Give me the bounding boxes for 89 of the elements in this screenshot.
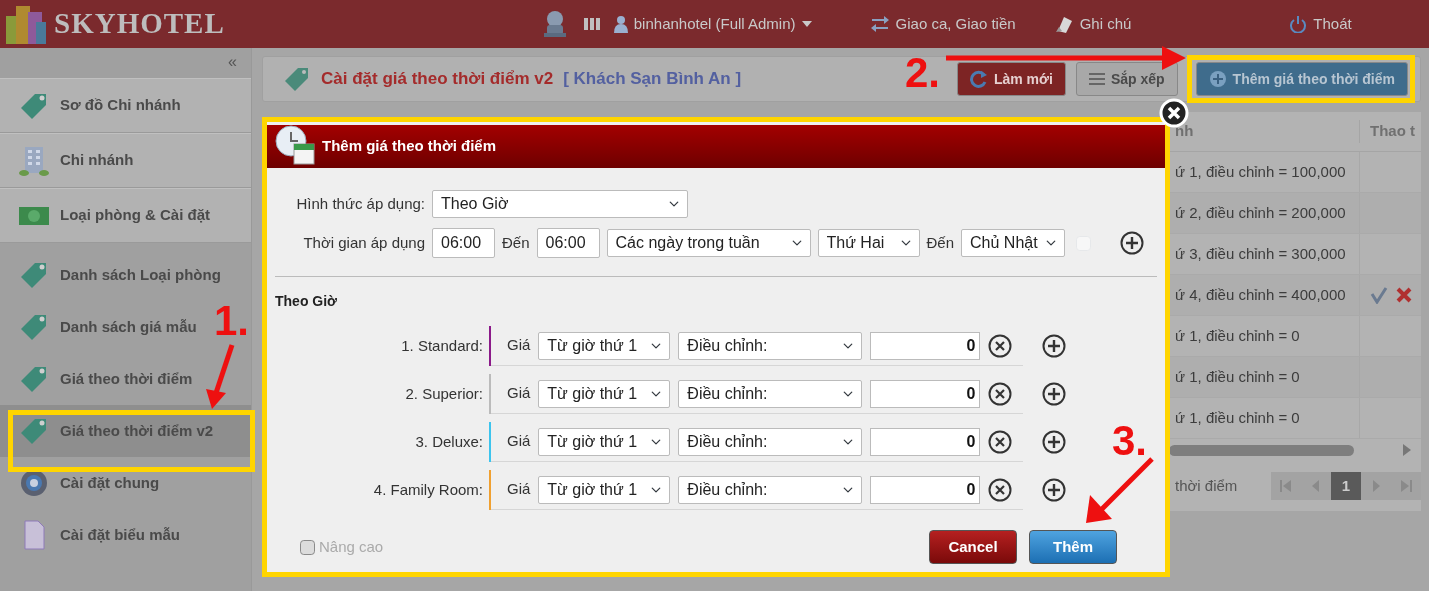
step-number: 1. <box>214 300 250 342</box>
annotation-arrow <box>1086 457 1154 523</box>
remove-icon[interactable] <box>988 333 1013 358</box>
dropdown[interactable]: Theo Giờ <box>432 190 688 218</box>
remove-icon[interactable] <box>988 429 1013 454</box>
table-cell-text: ứ 1, điều chỉnh = 100,000 <box>1174 161 1347 182</box>
column-header: nh <box>1174 121 1195 142</box>
columns-icon[interactable] <box>583 17 600 31</box>
sort-button[interactable]: Sắp xếp <box>1075 62 1178 96</box>
dropdown[interactable]: Điều chỉnh: <box>678 331 863 360</box>
building-icon <box>18 144 50 177</box>
page-title: Cài đặt giá theo thời điểm v2 <box>321 68 554 91</box>
field-label: Đến <box>502 232 530 253</box>
table-cell-text: ứ 4, điều chỉnh = 400,000 <box>1174 284 1347 305</box>
menu-link[interactable]: Thoát <box>1289 12 1352 36</box>
refresh-icon <box>969 70 988 88</box>
dropdown[interactable]: Điều chỉnh: <box>678 475 863 504</box>
add-icon[interactable] <box>1120 231 1145 255</box>
add-icon[interactable] <box>1042 334 1066 358</box>
section-title: Theo Giờ <box>275 292 339 311</box>
room-label: 1. Standard: <box>400 335 484 356</box>
menu-link[interactable]: Giao ca, Giao tiền <box>869 12 1016 36</box>
field-label: Thời gian áp dụng <box>302 232 425 253</box>
user-menu[interactable]: binhanhotel (Full Admin) <box>613 12 812 36</box>
annotation-arrow <box>206 344 235 409</box>
field-label: Giá <box>507 479 531 500</box>
time-field[interactable]: 06:00 <box>432 228 495 258</box>
delete-icon[interactable] <box>1396 287 1412 303</box>
dropdown[interactable]: Các ngày trong tuần <box>606 229 811 257</box>
remove-icon[interactable] <box>988 381 1013 406</box>
pager-text: thời điểm <box>1174 475 1238 496</box>
field-label: Hình thức áp dụng: <box>295 193 425 214</box>
page-button[interactable]: 1 <box>1331 472 1361 500</box>
checkbox-label: Nâng cao <box>319 536 384 557</box>
add-icon[interactable] <box>1042 430 1066 454</box>
step-number: 3. <box>1112 420 1148 462</box>
first-page-icon <box>1280 480 1292 492</box>
menu-link[interactable]: Ghi chú <box>1053 12 1132 36</box>
dropdown[interactable]: Từ giờ thứ 1 <box>538 427 671 456</box>
field-label: Giá <box>507 431 531 452</box>
add-icon[interactable] <box>1042 382 1066 406</box>
room-label: 2. Superior: <box>404 383 484 404</box>
table-cell-text: ứ 3, điều chỉnh = 300,000 <box>1174 243 1347 264</box>
room-label: 3. Deluxe: <box>414 431 484 452</box>
amount-field[interactable]: 0 <box>870 475 981 504</box>
dropdown[interactable]: Chủ Nhật <box>961 229 1066 257</box>
dialog-title: Thêm giá theo thời điểm <box>322 136 496 157</box>
caret-icon <box>801 21 812 27</box>
amount-field[interactable]: 0 <box>870 427 981 456</box>
cancel-button[interactable]: Cancel <box>929 530 1017 564</box>
sidebar-item[interactable]: Chi nhánh <box>0 133 251 188</box>
field-label: Đến <box>926 232 955 253</box>
column-header: Thao t <box>1359 120 1421 143</box>
add-button[interactable]: Thêm <box>1029 530 1117 564</box>
power-icon <box>1289 15 1308 33</box>
dropdown[interactable]: Điều chỉnh: <box>678 379 863 408</box>
amount-field[interactable]: 0 <box>870 331 981 360</box>
plus-icon <box>1208 70 1227 88</box>
field-label: Giá <box>507 383 531 404</box>
dropdown[interactable]: Từ giờ thứ 1 <box>538 379 671 408</box>
sidebar-item[interactable]: Loại phòng & Cài đặt <box>0 188 251 243</box>
prev-page-icon <box>1310 480 1322 492</box>
refresh-button[interactable]: Làm mới <box>956 62 1066 96</box>
dropdown[interactable]: Điều chỉnh: <box>678 427 863 456</box>
add-icon[interactable] <box>1042 478 1066 502</box>
room-label: 4. Family Room: <box>372 479 484 500</box>
table-cell-text: ứ 2, điều chỉnh = 200,000 <box>1174 202 1347 223</box>
table-cell-text: ứ 1, điều chỉnh = 0 <box>1174 325 1301 346</box>
scrollbar[interactable] <box>1169 444 1354 456</box>
tag-icon <box>283 65 311 93</box>
hotel-name: [ Khách Sạn Bình An ] <box>563 68 742 91</box>
logo-text: SKYHOTEL <box>54 6 225 42</box>
next-page-icon <box>1370 480 1382 492</box>
dropdown[interactable]: Thứ Hai <box>817 229 920 257</box>
time-field[interactable]: 06:00 <box>536 228 600 258</box>
note-icon <box>1053 15 1074 33</box>
field-label: Giá <box>507 335 531 356</box>
last-page-icon <box>1400 480 1412 492</box>
table-cell-text: ứ 1, điều chỉnh = 0 <box>1174 407 1301 428</box>
remove-icon[interactable] <box>988 477 1013 502</box>
list-icon <box>1088 73 1105 85</box>
table-cell-text: ứ 1, điều chỉnh = 0 <box>1174 366 1301 387</box>
dropdown[interactable]: Từ giờ thứ 1 <box>538 331 671 360</box>
sidebar-item[interactable]: Sơ đồ Chi nhánh <box>0 78 251 133</box>
dropdown[interactable]: Từ giờ thứ 1 <box>538 475 671 504</box>
user-icon <box>613 15 628 33</box>
swap-icon <box>869 15 890 33</box>
amount-field[interactable]: 0 <box>870 379 981 408</box>
step-number: 2. <box>905 52 941 94</box>
